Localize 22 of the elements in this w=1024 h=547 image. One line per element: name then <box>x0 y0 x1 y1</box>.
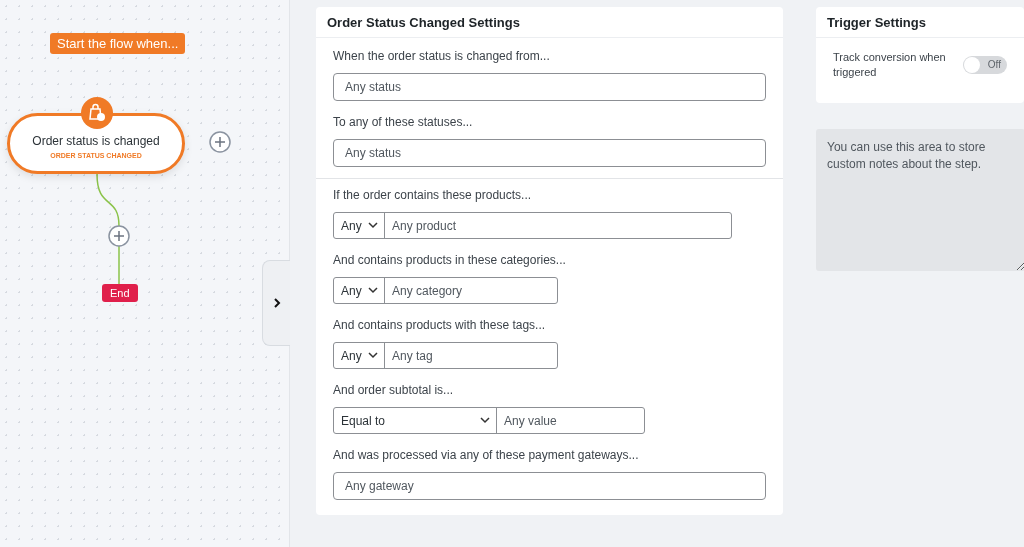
add-step-icon[interactable] <box>209 131 231 153</box>
conversion-toggle[interactable]: Off <box>963 56 1007 75</box>
shopping-bag-icon <box>80 96 114 130</box>
end-label: End <box>102 284 138 302</box>
field-label: And contains products with these tags... <box>333 318 546 332</box>
chevron-right-icon <box>271 297 282 309</box>
toggle-label: Track conversion when triggered <box>833 50 947 81</box>
field-label: And order subtotal is... <box>333 383 454 397</box>
start-label: Start the flow when... <box>50 33 186 54</box>
field-label: If the order contains these products... <box>333 188 532 202</box>
card-title: Order Status Changed Settings <box>316 7 783 38</box>
input-field[interactable]: Any gateway <box>333 472 766 500</box>
notes-field[interactable]: You can use this area to store custom notes about the step. <box>816 129 1024 271</box>
input-field[interactable]: Any status <box>333 73 766 101</box>
field-label: And contains products in these categories... <box>333 253 566 267</box>
card-title: Trigger Settings <box>816 7 1024 38</box>
input-field[interactable]: Any status <box>333 139 766 167</box>
field-label: And was processed via any of these payment gateways... <box>333 448 639 462</box>
field-label: When the order status is changed from... <box>333 49 550 63</box>
add-step-icon[interactable] <box>108 225 130 247</box>
field-label: To any of these statuses... <box>333 115 473 129</box>
node-title: Order status is changed <box>32 134 160 148</box>
